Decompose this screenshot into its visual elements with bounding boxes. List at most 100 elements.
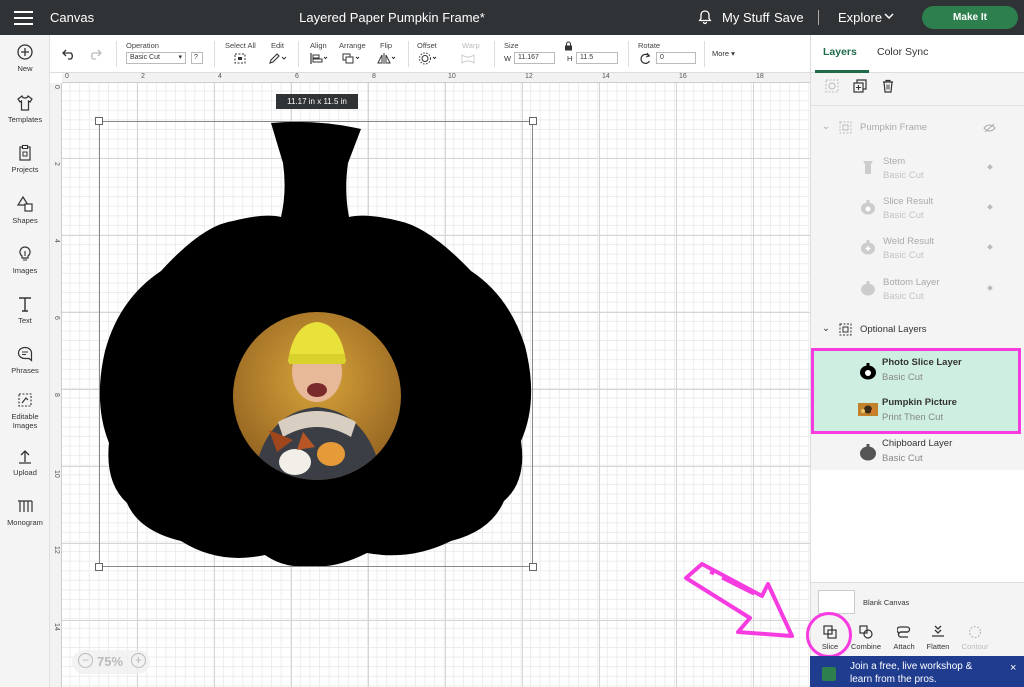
height-input[interactable]: 11.5 bbox=[576, 52, 618, 64]
ruler-tick: 0 bbox=[53, 85, 60, 89]
lock-icon[interactable] bbox=[564, 41, 573, 51]
slice-highlight-circle bbox=[806, 612, 852, 658]
layer-name: Stem bbox=[883, 156, 906, 167]
pencil-icon[interactable] bbox=[268, 52, 288, 65]
tab-color-sync[interactable]: Color Sync bbox=[877, 46, 928, 58]
more-menu[interactable]: More ▾ bbox=[712, 49, 735, 58]
sidebar-item-shapes[interactable]: Shapes bbox=[0, 195, 50, 225]
tab-layers[interactable]: Layers bbox=[823, 46, 857, 58]
combine-button[interactable]: Combine bbox=[846, 625, 886, 651]
layer-color-dot[interactable] bbox=[987, 204, 993, 210]
offset-label: Offset bbox=[417, 41, 437, 50]
layer-name: Bottom Layer bbox=[883, 277, 940, 288]
attach-label: Attach bbox=[893, 642, 915, 651]
select-all-icon[interactable] bbox=[233, 52, 247, 65]
sidebar-item-phrases[interactable]: Phrases bbox=[0, 345, 50, 375]
rotate-label: Rotate bbox=[638, 41, 661, 50]
ruler-tick: 8 bbox=[372, 73, 376, 80]
bell-icon[interactable] bbox=[697, 9, 713, 25]
sidebar-item-upload[interactable]: Upload bbox=[0, 447, 50, 477]
layer-name: Weld Result bbox=[883, 236, 935, 247]
sidebar-item-templates[interactable]: Templates bbox=[0, 94, 50, 124]
flatten-button[interactable]: Flatten bbox=[918, 625, 958, 651]
width-input[interactable]: 11.167 bbox=[514, 52, 555, 64]
resize-handle[interactable] bbox=[95, 563, 103, 571]
group-name[interactable]: Pumpkin Frame bbox=[860, 122, 927, 133]
text-icon bbox=[19, 297, 31, 312]
divider bbox=[408, 41, 409, 67]
ruler-tick: 10 bbox=[53, 470, 60, 478]
document-title[interactable]: Layered Paper Pumpkin Frame* bbox=[0, 10, 784, 25]
divider bbox=[494, 41, 495, 67]
layer-color-dot[interactable] bbox=[987, 164, 993, 170]
sidebar-item-editable-images[interactable]: Editable Images bbox=[0, 391, 50, 430]
rotate-icon bbox=[640, 52, 651, 64]
dimension-tooltip: 11.17 in x 11.5 in bbox=[276, 94, 358, 109]
image-thumbnail-icon bbox=[858, 403, 878, 416]
ruler-tick: 14 bbox=[602, 73, 610, 80]
arrange-icon[interactable] bbox=[341, 52, 361, 65]
close-icon[interactable]: × bbox=[1010, 662, 1016, 675]
paperclip-icon bbox=[897, 626, 911, 638]
blank-canvas-swatch[interactable] bbox=[818, 590, 855, 614]
sidebar-item-projects[interactable]: Projects bbox=[0, 144, 50, 174]
operation-select[interactable]: Basic Cut ▾ bbox=[126, 52, 186, 64]
make-it-button[interactable]: Make It bbox=[922, 6, 1018, 29]
trash-icon[interactable] bbox=[881, 79, 895, 93]
undo-icon[interactable] bbox=[62, 47, 76, 60]
sidebar-item-label: Shapes bbox=[12, 216, 38, 225]
ruler-top: 0 2 4 6 8 10 12 14 16 18 bbox=[62, 73, 810, 83]
divider bbox=[811, 105, 1024, 106]
eye-hidden-icon[interactable] bbox=[983, 123, 996, 133]
sidebar-item-images[interactable]: Images bbox=[0, 245, 50, 275]
operation-label: Operation bbox=[126, 41, 159, 50]
layer-color-dot[interactable] bbox=[987, 285, 993, 291]
width-label: W bbox=[504, 54, 512, 63]
ruler-tick: 10 bbox=[448, 73, 456, 80]
divider bbox=[628, 41, 629, 67]
group-name[interactable]: Optional Layers bbox=[860, 324, 927, 335]
resize-handle[interactable] bbox=[529, 563, 537, 571]
layer-operation: Basic Cut bbox=[882, 453, 923, 464]
divider bbox=[116, 41, 117, 67]
editable-image-icon bbox=[18, 393, 32, 407]
sidebar-item-monogram[interactable]: Monogram bbox=[0, 497, 50, 527]
duplicate-icon[interactable] bbox=[853, 79, 867, 93]
explore-menu[interactable]: Explore bbox=[838, 10, 882, 25]
stem-thumbnail-icon bbox=[863, 161, 873, 174]
sidebar-item-label: Editable Images bbox=[11, 412, 39, 430]
workshop-promo-banner[interactable]: Join a free, live workshop & learn from … bbox=[810, 656, 1024, 687]
ruler-tick: 6 bbox=[295, 73, 299, 80]
layer-name: Chipboard Layer bbox=[882, 438, 953, 449]
sidebar-item-text[interactable]: Text bbox=[0, 295, 50, 325]
ruler-tick: 8 bbox=[53, 393, 60, 397]
group-icon bbox=[839, 121, 852, 134]
more-label: More bbox=[712, 49, 730, 58]
zoom-control: − 75% + bbox=[72, 650, 150, 674]
sidebar-item-new[interactable]: New bbox=[0, 43, 50, 73]
my-stuff-link[interactable]: My Stuff bbox=[722, 10, 769, 25]
save-button[interactable]: Save bbox=[774, 10, 804, 25]
flip-icon[interactable] bbox=[377, 52, 397, 65]
pink-arrow-annotation bbox=[684, 562, 794, 638]
rotate-input[interactable]: 0 bbox=[656, 52, 696, 64]
height-label: H bbox=[567, 54, 573, 63]
help-button[interactable]: ? bbox=[191, 52, 203, 64]
zoom-out-button[interactable]: − bbox=[78, 653, 93, 668]
layer-color-dot[interactable] bbox=[987, 244, 993, 250]
chevron-down-icon[interactable] bbox=[884, 12, 894, 20]
resize-handle[interactable] bbox=[529, 117, 537, 125]
align-icon[interactable] bbox=[309, 52, 329, 65]
chevron-down-icon[interactable]: ⌄ bbox=[822, 323, 830, 334]
layer-name: Pumpkin Picture bbox=[882, 397, 957, 408]
layer-operation: Basic Cut bbox=[882, 372, 923, 383]
offset-icon[interactable] bbox=[418, 52, 438, 65]
redo-icon[interactable] bbox=[88, 47, 102, 60]
zoom-in-button[interactable]: + bbox=[131, 653, 146, 668]
group-icon[interactable] bbox=[825, 79, 839, 93]
ruler-tick: 18 bbox=[756, 73, 764, 80]
resize-handle[interactable] bbox=[95, 117, 103, 125]
chevron-down-icon[interactable]: ⌄ bbox=[822, 121, 830, 132]
layer-operation: Basic Cut bbox=[883, 291, 924, 302]
panel-tabs: Layers Color Sync bbox=[811, 35, 1024, 73]
